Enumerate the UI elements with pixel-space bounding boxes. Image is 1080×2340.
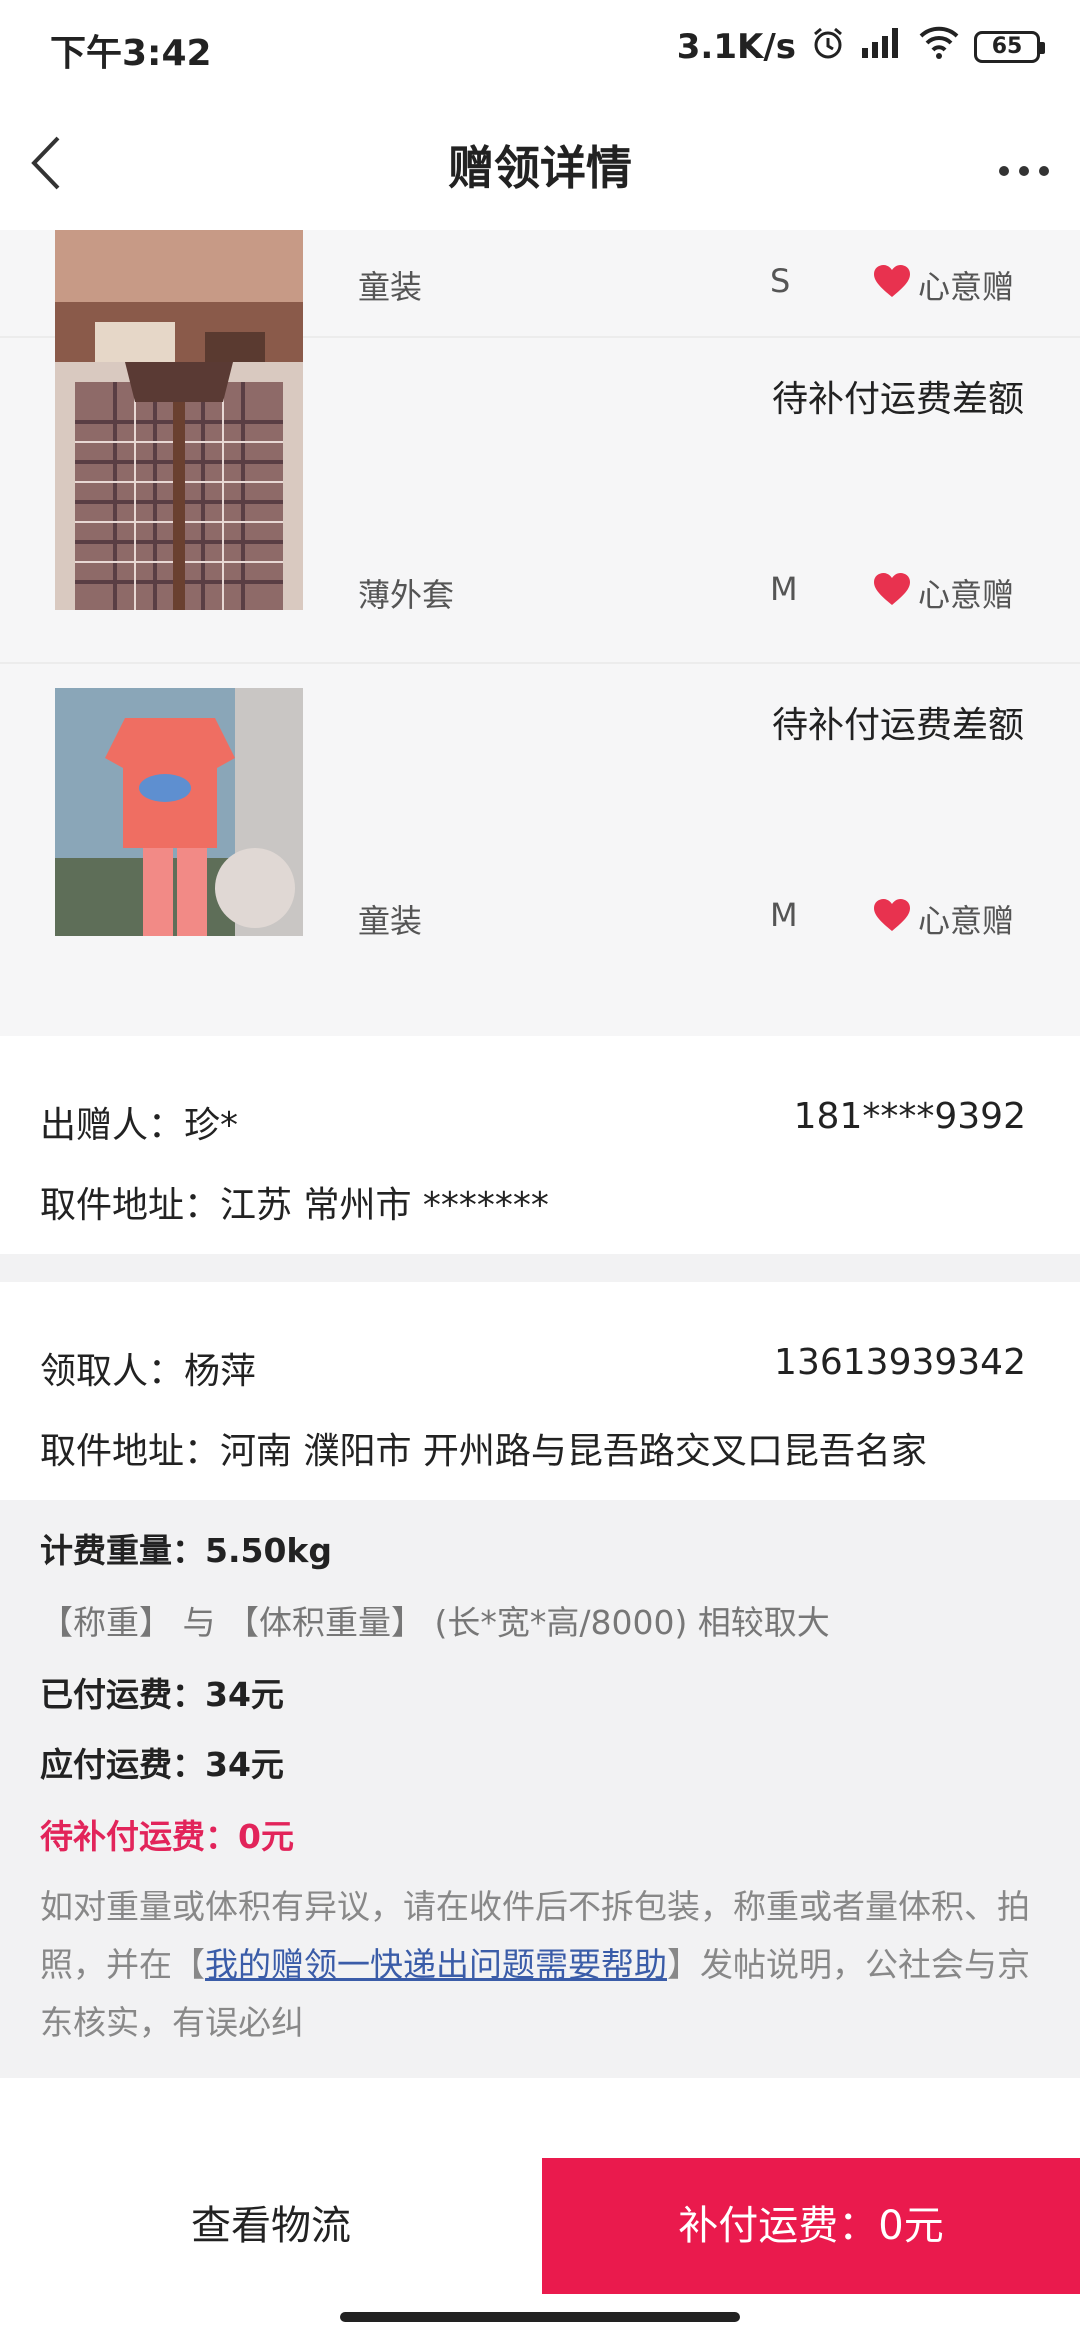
item-thumbnail [55, 688, 303, 936]
help-link[interactable]: 我的赠领一快递出问题需要帮助 [205, 1945, 667, 1984]
bottom-action-bar: 查看物流 补付运费：0元 [0, 2158, 1080, 2294]
item-category: 童装 [358, 902, 423, 940]
item-size: M [770, 570, 798, 608]
wifi-icon [918, 24, 960, 69]
dispute-note: 如对重量或体积有异议，请在收件后不拆包装，称重或者量体积、拍照，并在【我的赠领一… [40, 1878, 1040, 2052]
item-category: 薄外套 [358, 576, 455, 614]
fee-section: 计费重量：5.50kg 【称重】 与 【体积重量】 (长*宽*高/8000) 相… [0, 1500, 1080, 2078]
status-bar: 下午3:42 3.1K/s 65 [0, 0, 1080, 96]
battery-icon: 65 [974, 30, 1045, 63]
heart-icon [872, 571, 912, 615]
receiver-phone: 13613939342 [774, 1342, 1026, 1383]
status-icons: 3.1K/s 65 [676, 24, 1045, 69]
alarm-icon [810, 25, 846, 69]
status-time: 下午3:42 [50, 33, 212, 74]
heart-icon [872, 263, 912, 307]
list-item[interactable]: 待补付运费差额 薄外套 M 心意赠 [0, 338, 1080, 664]
billing-weight: 计费重量：5.50kg [40, 1531, 332, 1570]
page-title: 赠领详情 [448, 141, 632, 195]
item-status: 待补付运费差额 [771, 379, 1024, 420]
nav-bar: 赠领详情 [0, 96, 1080, 230]
item-category: 童装 [358, 268, 423, 306]
heart-icon [872, 897, 912, 941]
list-item[interactable]: 童装 S 心意赠 [0, 230, 1080, 400]
home-indicator[interactable] [340, 2312, 740, 2322]
item-size: M [770, 896, 798, 934]
due-fee: 应付运费：34元 [40, 1745, 284, 1784]
item-size: S [770, 262, 791, 300]
paid-fee: 已付运费：34元 [40, 1675, 284, 1714]
giver-phone: 181****9392 [793, 1096, 1026, 1137]
item-tag-label: 心意赠 [918, 268, 1015, 306]
item-status: 待补付运费差额 [771, 705, 1024, 746]
pending-fee: 待补付运费：0元 [40, 1817, 294, 1856]
giver-section: 出赠人：珍* 181****9392 取件地址：江苏 常州市 ******* [0, 1036, 1080, 1254]
receiver-name: 领取人：杨萍 [40, 1351, 257, 1392]
item-tag: 心意赠 [872, 570, 1014, 616]
item-tag-label: 心意赠 [918, 902, 1015, 940]
list-item[interactable]: 待补付运费差额 童装 M 心意赠 [0, 664, 1080, 990]
signal-icon [860, 24, 904, 69]
item-thumbnail [55, 362, 303, 610]
giver-address: 取件地址：江苏 常州市 ******* [40, 1185, 549, 1226]
pay-shipping-button[interactable]: 补付运费：0元 [542, 2158, 1080, 2294]
receiver-address: 取件地址：河南 濮阳市 开州路与昆吾路交叉口昆吾名家 [40, 1431, 927, 1472]
weight-rule: 【称重】 与 【体积重量】 (长*宽*高/8000) 相较取大 [40, 1603, 830, 1642]
item-tag: 心意赠 [872, 262, 1014, 308]
item-tag-label: 心意赠 [918, 576, 1015, 614]
item-list[interactable]: 童装 S 心意赠 待补付运费差额 薄外套 M 心意赠 待补付运费差额 童装 M … [0, 230, 1080, 1036]
giver-name: 出赠人：珍* [40, 1105, 239, 1146]
item-tag: 心意赠 [872, 896, 1014, 942]
network-speed: 3.1K/s [676, 26, 796, 67]
section-divider [0, 1254, 1080, 1282]
more-icon[interactable] [998, 138, 1050, 192]
receiver-section: 领取人：杨萍 13613939342 取件地址：河南 濮阳市 开州路与昆吾路交叉… [0, 1282, 1080, 1500]
view-logistics-button[interactable]: 查看物流 [0, 2158, 542, 2294]
